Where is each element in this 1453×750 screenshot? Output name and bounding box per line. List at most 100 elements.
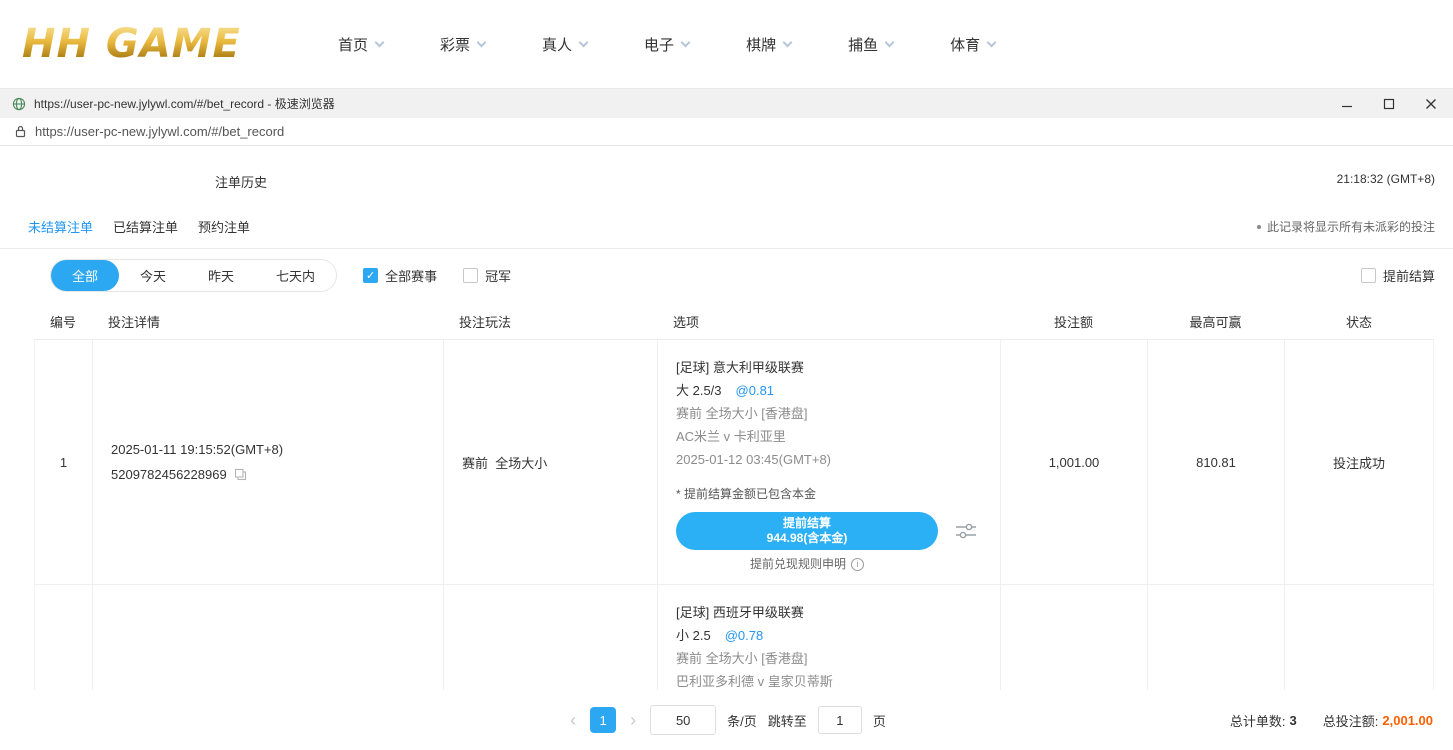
current-page[interactable]: 1 [590,707,616,733]
main-nav: 首页 彩票 真人 电子 棋牌 捕鱼 体育 [338,34,995,55]
col-header-maxwin: 最高可赢 [1147,312,1284,331]
league-name: [足球] 西班牙甲级联赛 [676,601,988,624]
nav-label: 电子 [644,34,674,55]
filter-7days[interactable]: 七天内 [255,260,336,291]
unsettled-note: 此记录将显示所有未派彩的投注 [1257,218,1435,235]
checkbox-checked-icon [363,268,378,283]
total-count: 3 [1290,713,1297,728]
nav-label: 真人 [542,34,572,55]
tab-settled[interactable]: 已结算注单 [113,217,178,236]
col-header-no: 编号 [34,312,92,331]
nav-item-chess[interactable]: 棋牌 [746,34,791,55]
chevron-down-icon [477,37,487,47]
page-unit-label: 页 [873,711,886,730]
col-header-status: 状态 [1284,312,1434,331]
cashout-note: * 提前结算金额已包含本金 [676,486,988,503]
tab-unsettled[interactable]: 未结算注单 [28,217,93,236]
table-footer: ‹ 1 › 条/页 跳转至 页 总计单数: 3 总投注额: 2,001.00 [0,690,1453,750]
window-title: https://user-pc-new.jylywl.com/#/bet_rec… [34,95,335,112]
filter-all[interactable]: 全部 [51,260,119,291]
server-time: 21:18:32 (GMT+8) [1337,172,1435,191]
next-page-button[interactable]: › [627,711,639,729]
chevron-down-icon [987,37,997,47]
page-title: 注单历史 [215,172,267,191]
chevron-down-icon [783,37,793,47]
table-header: 编号 投注详情 投注玩法 选项 投注额 最高可赢 状态 [34,304,1434,340]
total-count-label: 总计单数: [1230,711,1286,730]
chevron-down-icon [681,37,691,47]
site-header: HH GAME 首页 彩票 真人 电子 棋牌 捕鱼 体育 [0,0,1453,88]
page-size-input[interactable] [650,705,716,735]
odds-value: @0.81 [736,379,775,402]
bet-table: 编号 投注详情 投注玩法 选项 投注额 最高可赢 状态 1 2025-01-11… [34,304,1434,750]
prev-page-button[interactable]: ‹ [567,711,579,729]
filter-bar: 全部 今天 昨天 七天内 全部赛事 冠军 提前结算 [0,249,1453,300]
checkbox-icon [1361,268,1376,283]
jump-page-input[interactable] [818,706,862,734]
market-name: 赛前 全场大小 [香港盘] [676,647,988,670]
nav-item-live[interactable]: 真人 [542,34,587,55]
jump-label: 跳转至 [768,711,807,730]
date-range-group: 全部 今天 昨天 七天内 [50,259,337,292]
nav-item-sports[interactable]: 体育 [950,34,995,55]
close-button[interactable] [1425,98,1437,110]
bet-option-cell: [足球] 意大利甲级联赛 大 2.5/3 @0.81 赛前 全场大小 [香港盘]… [658,340,1001,584]
address-bar[interactable]: https://user-pc-new.jylywl.com/#/bet_rec… [0,118,1453,146]
cashout-slider-icon[interactable] [954,520,978,542]
info-icon[interactable]: i [851,558,864,571]
filter-today[interactable]: 今天 [119,260,187,291]
nav-item-lottery[interactable]: 彩票 [440,34,485,55]
nav-item-home[interactable]: 首页 [338,34,383,55]
copy-icon[interactable] [234,468,247,481]
minimize-button[interactable] [1341,98,1353,110]
pagination: ‹ 1 › 条/页 跳转至 页 [567,705,886,735]
pick-name: 大 2.5/3 [676,379,722,402]
cashout-button[interactable]: 提前结算 944.98(含本金) [676,512,938,550]
market-name: 赛前 全场大小 [香港盘] [676,402,988,425]
nav-label: 彩票 [440,34,470,55]
maximize-button[interactable] [1383,98,1395,110]
pick-name: 小 2.5 [676,624,711,647]
col-header-amount: 投注额 [1000,312,1147,331]
tab-reserved[interactable]: 预约注单 [198,217,250,236]
col-header-play: 投注玩法 [443,312,657,331]
champion-checkbox[interactable]: 冠军 [463,266,511,285]
nav-item-fishing[interactable]: 捕鱼 [848,34,893,55]
bullet-dot-icon [1257,225,1261,229]
table-row: 1 2025-01-11 19:15:52(GMT+8) 52097824562… [34,340,1434,585]
league-name: [足球] 意大利甲级联赛 [676,356,988,379]
nav-item-slots[interactable]: 电子 [644,34,689,55]
bet-amount: 1,001.00 [1001,340,1148,584]
bet-id: 5209782456228969 [111,465,227,485]
lock-icon [15,125,26,138]
bet-no: 1 [35,340,93,584]
col-header-detail: 投注详情 [92,312,443,331]
bet-play: 赛前 全场大小 [444,340,658,584]
total-amount-label: 总投注额: [1323,711,1379,730]
bet-status: 投注成功 [1285,340,1433,584]
max-win: 810.81 [1148,340,1285,584]
match-time: 2025-01-12 03:45(GMT+8) [676,448,988,471]
filter-yesterday[interactable]: 昨天 [187,260,255,291]
checkbox-icon [463,268,478,283]
odds-value: @0.78 [725,624,764,647]
globe-icon [12,97,26,111]
window-controls [1341,98,1437,110]
total-amount: 2,001.00 [1382,713,1433,728]
nav-label: 捕鱼 [848,34,878,55]
nav-label: 棋牌 [746,34,776,55]
chevron-down-icon [375,37,385,47]
cashout-rule-link[interactable]: 提前兑现规则申明 [750,556,846,572]
bet-time: 2025-01-11 19:15:52(GMT+8) [111,440,443,460]
bet-detail-cell: 2025-01-11 19:15:52(GMT+8) 5209782456228… [93,340,444,584]
match-teams: AC米兰 v 卡利亚里 [676,425,988,448]
browser-titlebar: https://user-pc-new.jylywl.com/#/bet_rec… [0,88,1453,118]
nav-label: 首页 [338,34,368,55]
nav-label: 体育 [950,34,980,55]
early-settle-checkbox[interactable]: 提前结算 [1361,266,1435,285]
all-events-checkbox[interactable]: 全部赛事 [363,266,437,285]
per-page-label: 条/页 [727,711,757,730]
site-logo[interactable]: HH GAME [22,21,300,67]
bet-record-page: 注单历史 21:18:32 (GMT+8) 未结算注单 已结算注单 预约注单 此… [0,146,1453,750]
chevron-down-icon [579,37,589,47]
